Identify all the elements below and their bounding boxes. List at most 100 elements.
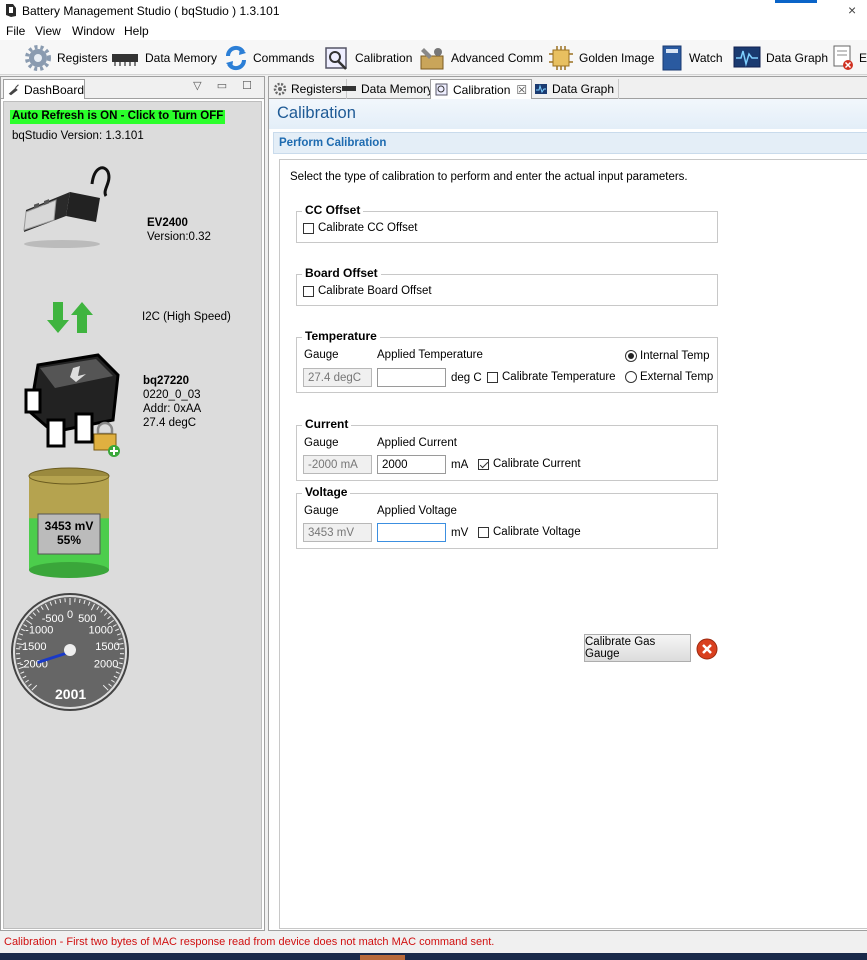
title-accent	[775, 0, 817, 3]
panel-view-controls[interactable]: ▽ ▭ ☐	[193, 79, 258, 92]
toolbar-watch-button[interactable]: Watch	[660, 43, 723, 73]
graph-monitor-icon	[535, 83, 547, 94]
adapter-version: Version:0.32	[147, 231, 211, 243]
tab-calibration[interactable]: Calibration ☒	[430, 79, 533, 99]
window-title: Battery Management Studio ( bqStudio ) 1…	[22, 4, 280, 18]
voltage-group: Voltage Gauge Applied Voltage mV Calibra…	[296, 485, 718, 549]
calibrate-gas-gauge-button[interactable]: Calibrate Gas Gauge	[584, 634, 691, 662]
external-temp-radio[interactable]	[625, 371, 637, 383]
wrench-box-icon	[420, 48, 444, 70]
app-icon	[6, 4, 16, 17]
gauge-tick-label: -500	[42, 613, 64, 625]
calibrate-voltage-checkbox[interactable]	[478, 527, 489, 538]
current-gauge-field	[303, 455, 372, 474]
battery-readout: 3453 mV 55%	[38, 519, 100, 547]
cc-offset-group: CC Offset Calibrate CC Offset	[296, 203, 718, 243]
status-message: Calibration - First two bytes of MAC res…	[4, 936, 495, 948]
gauge-tick-label: -1000	[25, 625, 53, 637]
gear-icon	[273, 82, 287, 96]
toolbar-commands-button[interactable]: Commands	[224, 43, 314, 73]
tab-data-graph-label: Data Graph	[552, 82, 615, 96]
refresh-arrows-icon	[225, 45, 247, 71]
title-bar: Battery Management Studio ( bqStudio ) 1…	[0, 0, 867, 22]
external-temp-label: External Temp	[640, 371, 714, 383]
calibration-header: Calibration	[269, 99, 867, 129]
menu-window[interactable]: Window	[72, 24, 115, 38]
calibrate-temperature-checkbox[interactable]	[487, 372, 498, 383]
toolbar-error-log-button[interactable]: E	[832, 43, 867, 73]
cc-offset-title: CC Offset	[302, 203, 364, 217]
toolbar-data-graph-button[interactable]: Data Graph	[733, 43, 828, 73]
voltage-applied-input[interactable]	[377, 523, 446, 542]
current-applied-input[interactable]	[377, 455, 446, 474]
toolbar-error-log-label: E	[859, 51, 867, 65]
current-title: Current	[302, 417, 352, 431]
tab-dashboard-label: DashBoard	[23, 82, 84, 97]
device-info: bq27220 0220_0_03 Addr: 0xAA 27.4 degC	[143, 374, 201, 430]
tab-calibration-label: Calibration	[453, 82, 511, 97]
instructions: Select the type of calibration to perfor…	[290, 171, 688, 183]
calibration-form: Select the type of calibration to perfor…	[279, 159, 867, 929]
tab-close-icon[interactable]: ☒	[516, 83, 527, 97]
dashboard-panel: DashBoard ▽ ▭ ☐ Auto Refresh is ON - Cli…	[0, 76, 265, 931]
gauge-tick	[119, 657, 124, 660]
toolbar-golden-image-label: Golden Image	[579, 51, 655, 65]
menu-bar: File View Window Help	[0, 22, 867, 40]
device-firmware: 0220_0_03	[143, 389, 201, 401]
gauge-tick-label: 1500	[95, 641, 119, 653]
gear-icon	[25, 45, 51, 71]
internal-temp-radio[interactable]	[625, 350, 637, 362]
battery-soc: 55%	[56, 533, 82, 547]
internal-temp-label: Internal Temp	[640, 350, 710, 362]
dashboard-tabbar: DashBoard ▽ ▭ ☐	[1, 77, 264, 99]
calibration-icon	[325, 47, 347, 70]
voltage-unit: mV	[451, 527, 469, 539]
toolbar-advanced-comm-button[interactable]: Advanced Comm	[418, 43, 543, 73]
device-chip-icon	[24, 353, 120, 457]
graph-monitor-icon	[733, 46, 761, 68]
temperature-title: Temperature	[302, 329, 380, 343]
memory-chip-icon	[342, 86, 356, 91]
editor-panel: Registers Data Memory Calibration ☒ Data…	[268, 76, 867, 931]
tab-data-memory-label: Data Memory	[361, 82, 434, 96]
tab-data-graph[interactable]: Data Graph	[530, 79, 620, 99]
auto-refresh-toggle[interactable]: Auto Refresh is ON - Click to Turn OFF	[10, 110, 226, 124]
temperature-group: Temperature Gauge Applied Temperature de…	[296, 329, 718, 393]
gauge-value: 2001	[55, 686, 87, 702]
toolbar-advanced-comm-label: Advanced Comm	[451, 51, 544, 65]
board-offset-label: Calibrate Board Offset	[318, 285, 432, 297]
tab-dashboard[interactable]: DashBoard	[3, 79, 85, 99]
board-offset-checkbox[interactable]	[303, 286, 314, 297]
toolbar-calibration-button[interactable]: Calibration	[324, 43, 412, 73]
calibrate-temperature-label: Calibrate Temperature	[502, 371, 616, 383]
current-applied-label: Applied Current	[377, 437, 457, 449]
toolbar-data-memory-button[interactable]: Data Memory	[110, 43, 217, 73]
section-title: Perform Calibration	[279, 137, 387, 149]
menu-view[interactable]: View	[35, 24, 61, 38]
tab-registers[interactable]: Registers	[269, 79, 347, 99]
temp-applied-input[interactable]	[377, 368, 446, 387]
calibration-icon	[435, 83, 448, 95]
window-close-button[interactable]: ×	[848, 2, 856, 18]
bus-type: I2C (High Speed)	[142, 311, 231, 323]
toolbar-golden-image-button[interactable]: Golden Image	[548, 43, 654, 73]
tab-data-memory[interactable]: Data Memory	[337, 79, 439, 99]
gauge-tick-label: 0	[67, 609, 73, 621]
cc-offset-checkbox[interactable]	[303, 223, 314, 234]
cc-offset-label: Calibrate CC Offset	[318, 222, 418, 234]
taskbar-strip	[0, 953, 867, 960]
watch-book-icon	[662, 45, 682, 71]
calibrate-voltage-label: Calibrate Voltage	[493, 526, 581, 538]
status-bar: Calibration - First two bytes of MAC res…	[0, 931, 867, 953]
cancel-icon[interactable]	[696, 638, 718, 660]
menu-help[interactable]: Help	[124, 24, 149, 38]
toolbar-data-memory-label: Data Memory	[145, 51, 218, 65]
calibrate-current-checkbox[interactable]	[478, 459, 489, 470]
usb-icon	[8, 83, 19, 95]
current-group: Current Gauge Applied Current mA Calibra…	[296, 417, 718, 481]
taskbar-highlight	[360, 955, 405, 960]
device-name: bq27220	[143, 375, 190, 387]
menu-file[interactable]: File	[6, 24, 25, 38]
toolbar-registers-button[interactable]: Registers	[24, 43, 108, 73]
editor-tabbar: Registers Data Memory Calibration ☒ Data…	[269, 77, 867, 99]
